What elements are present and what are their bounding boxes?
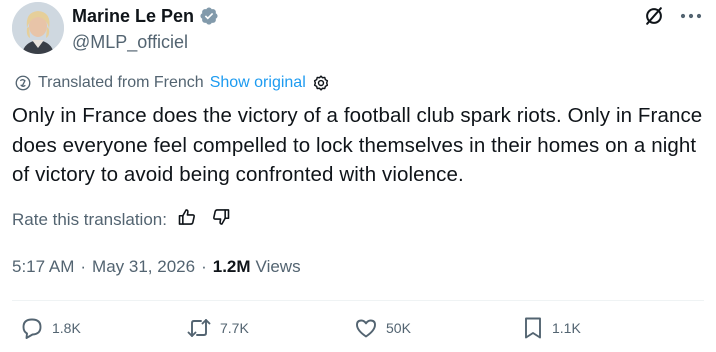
meta-separator-2: · (201, 257, 207, 276)
like-button[interactable]: 50K (354, 316, 411, 340)
tweet-meta: 5:17 AM · May 31, 2026 · 1.2M Views (12, 257, 301, 277)
repost-button[interactable]: 7.7K (186, 316, 249, 340)
action-bar: 1.8K 7.7K 50K 1.1K (0, 316, 716, 352)
avatar[interactable] (12, 2, 64, 54)
edge-fade (580, 316, 716, 352)
reply-icon (20, 316, 44, 340)
verified-badge-icon[interactable] (199, 6, 219, 26)
tweet: Marine Le Pen @MLP_officiel Translated f… (0, 0, 716, 352)
bookmark-icon (522, 316, 544, 340)
rate-translation-label: Rate this translation: (12, 209, 167, 229)
bookmark-button[interactable]: 1.1K (522, 316, 581, 340)
thumbs-up-icon[interactable] (177, 207, 197, 232)
author-handle[interactable]: @MLP_officiel (72, 32, 219, 53)
views-label: Views (255, 257, 301, 276)
views-count: 1.2M (212, 257, 251, 276)
heart-icon (354, 316, 378, 340)
show-original-link[interactable]: Show original (210, 74, 306, 92)
bookmark-count: 1.1K (552, 320, 581, 336)
author-block: Marine Le Pen @MLP_officiel (72, 4, 219, 53)
gear-icon[interactable] (312, 74, 330, 92)
thumbs-down-icon[interactable] (211, 207, 231, 232)
like-count: 50K (386, 320, 411, 336)
translate-icon (14, 74, 32, 92)
tweet-time[interactable]: 5:17 AM (12, 257, 74, 277)
reply-count: 1.8K (52, 320, 81, 336)
author-name[interactable]: Marine Le Pen (72, 6, 194, 27)
translation-bar: Translated from French Show original (14, 74, 330, 92)
grok-icon[interactable] (642, 4, 666, 28)
tweet-date[interactable]: May 31, 2026 (92, 257, 195, 277)
repost-count: 7.7K (220, 320, 249, 336)
reply-button[interactable]: 1.8K (20, 316, 81, 340)
rate-translation: Rate this translation: (12, 207, 231, 232)
divider (12, 300, 704, 301)
meta-separator: · (80, 257, 87, 276)
more-options-icon[interactable] (678, 4, 704, 28)
tweet-text: Only in France does the victory of a foo… (12, 104, 703, 186)
repost-icon (186, 316, 212, 340)
translated-label: Translated from French (38, 74, 204, 91)
